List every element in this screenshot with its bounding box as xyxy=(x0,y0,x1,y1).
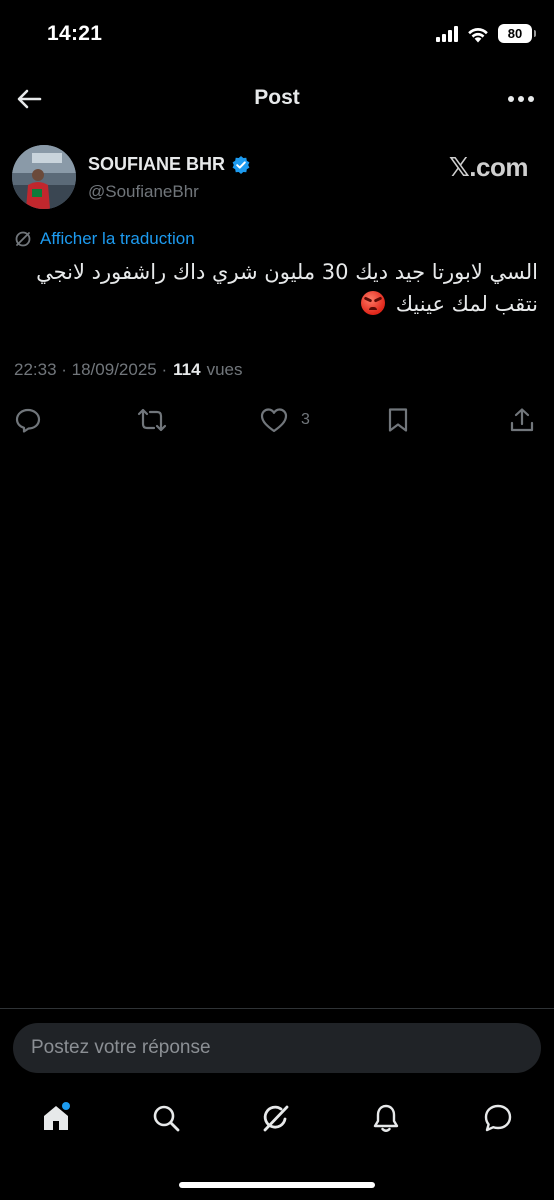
bookmark-icon xyxy=(388,408,408,432)
enraged-face-emoji-icon xyxy=(361,291,386,315)
post-header: Post xyxy=(0,72,554,126)
reply-button[interactable] xyxy=(14,404,42,436)
wifi-icon xyxy=(468,27,488,42)
grok-icon xyxy=(263,1105,289,1132)
status-time: 14:21 xyxy=(47,22,103,45)
home-indicator xyxy=(179,1182,375,1188)
bookmark-button[interactable] xyxy=(385,404,411,436)
cellular-signal-icon xyxy=(436,25,458,42)
share-icon xyxy=(510,408,534,432)
verified-badge-icon xyxy=(232,155,250,174)
avatar[interactable] xyxy=(12,145,76,209)
post-text-line-2: نتقب لمك عينيك xyxy=(395,292,538,316)
status-bar: 14:21 80 xyxy=(0,0,554,70)
nav-home[interactable] xyxy=(36,1098,76,1138)
bottom-navigation xyxy=(0,1088,554,1148)
notifications-icon xyxy=(373,1104,399,1132)
search-icon xyxy=(153,1105,180,1132)
views-label: vues xyxy=(206,360,243,379)
post-timestamp[interactable]: 22:33 · 18/09/2025 · xyxy=(14,360,167,380)
translate-icon xyxy=(15,231,31,247)
more-dots-icon xyxy=(508,96,534,102)
like-button[interactable]: 3 xyxy=(259,404,310,436)
nav-notifications[interactable] xyxy=(366,1098,406,1138)
status-indicators: 80 xyxy=(436,24,536,43)
like-count: 3 xyxy=(301,411,310,428)
translate-label[interactable]: Afficher la traduction xyxy=(40,229,195,249)
home-notification-dot xyxy=(62,1102,70,1110)
battery-level: 80 xyxy=(507,26,523,41)
more-options-button[interactable] xyxy=(504,82,538,116)
nav-messages[interactable] xyxy=(478,1098,518,1138)
author-name-row[interactable]: SOUFIANE BHR xyxy=(88,154,251,175)
avatar-photo xyxy=(12,145,76,209)
reply-icon xyxy=(15,408,41,433)
repost-icon xyxy=(137,408,167,432)
views-count[interactable]: 114 xyxy=(173,360,200,380)
x-watermark: 𝕏.com xyxy=(448,152,529,182)
author-handle[interactable]: @SoufianeBhr xyxy=(88,182,199,202)
nav-search[interactable] xyxy=(146,1098,186,1138)
post-text-line-1: السي لابورتا جيد ديك 30 مليون شري داك را… xyxy=(36,260,538,284)
show-translation-link[interactable]: Afficher la traduction xyxy=(14,229,195,249)
post-meta: 22:33 · 18/09/2025 · 114 vues xyxy=(14,360,242,380)
nav-grok[interactable] xyxy=(256,1098,296,1138)
heart-icon xyxy=(260,408,288,433)
page-title: Post xyxy=(254,86,300,109)
reply-input[interactable] xyxy=(13,1023,541,1073)
repost-button[interactable] xyxy=(135,404,169,436)
messages-icon xyxy=(484,1104,512,1132)
post-text: السي لابورتا جيد ديك 30 مليون شري داك را… xyxy=(14,256,538,320)
post-text-line-2-row: نتقب لمك عينيك xyxy=(14,288,538,320)
reply-bar xyxy=(0,1008,554,1088)
share-button[interactable] xyxy=(508,404,536,436)
battery-icon: 80 xyxy=(498,24,536,43)
author-name[interactable]: SOUFIANE BHR xyxy=(88,154,225,175)
post-actions: 3 xyxy=(0,400,554,440)
